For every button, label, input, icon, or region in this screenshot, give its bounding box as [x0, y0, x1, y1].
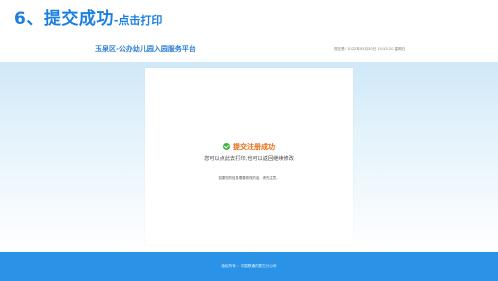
check-circle-icon — [223, 143, 230, 150]
result-card: 提交注册成功 您可以点此去打印,也可以返回继续修改 如果您的信息需要修改的话，请… — [145, 68, 353, 245]
footer-copyright: 版权所有 ：中国联通内蒙古分公司 — [221, 264, 277, 268]
slide-title-subtitle: -点击打印 — [113, 14, 163, 27]
print-hint-link[interactable]: 您可以点此去打印,也可以返回继续修改 — [145, 155, 353, 162]
site-name[interactable]: 玉泉区-公办幼儿园入园服务平台 — [95, 44, 196, 54]
page: 6、提交成功 -点击打印 玉泉区-公办幼儿园入园服务平台 现在是: 2022年0… — [0, 0, 498, 281]
slide-title: 6、提交成功 -点击打印 — [14, 4, 162, 30]
slide-title-main: 6、提交成功 — [14, 9, 114, 29]
note-text: 如果您的信息需要修改的话，请先注意。 — [218, 176, 280, 180]
header-date: 现在是: 2022年05月30日 15:53:20 星期日 — [334, 47, 406, 51]
footer: 版权所有 ：中国联通内蒙古分公司 — [0, 252, 498, 281]
site-header: 玉泉区-公办幼儿园入园服务平台 现在是: 2022年05月30日 15:53:2… — [0, 38, 498, 62]
success-message: 提交注册成功 — [233, 142, 275, 151]
success-row: 提交注册成功 — [145, 142, 353, 151]
